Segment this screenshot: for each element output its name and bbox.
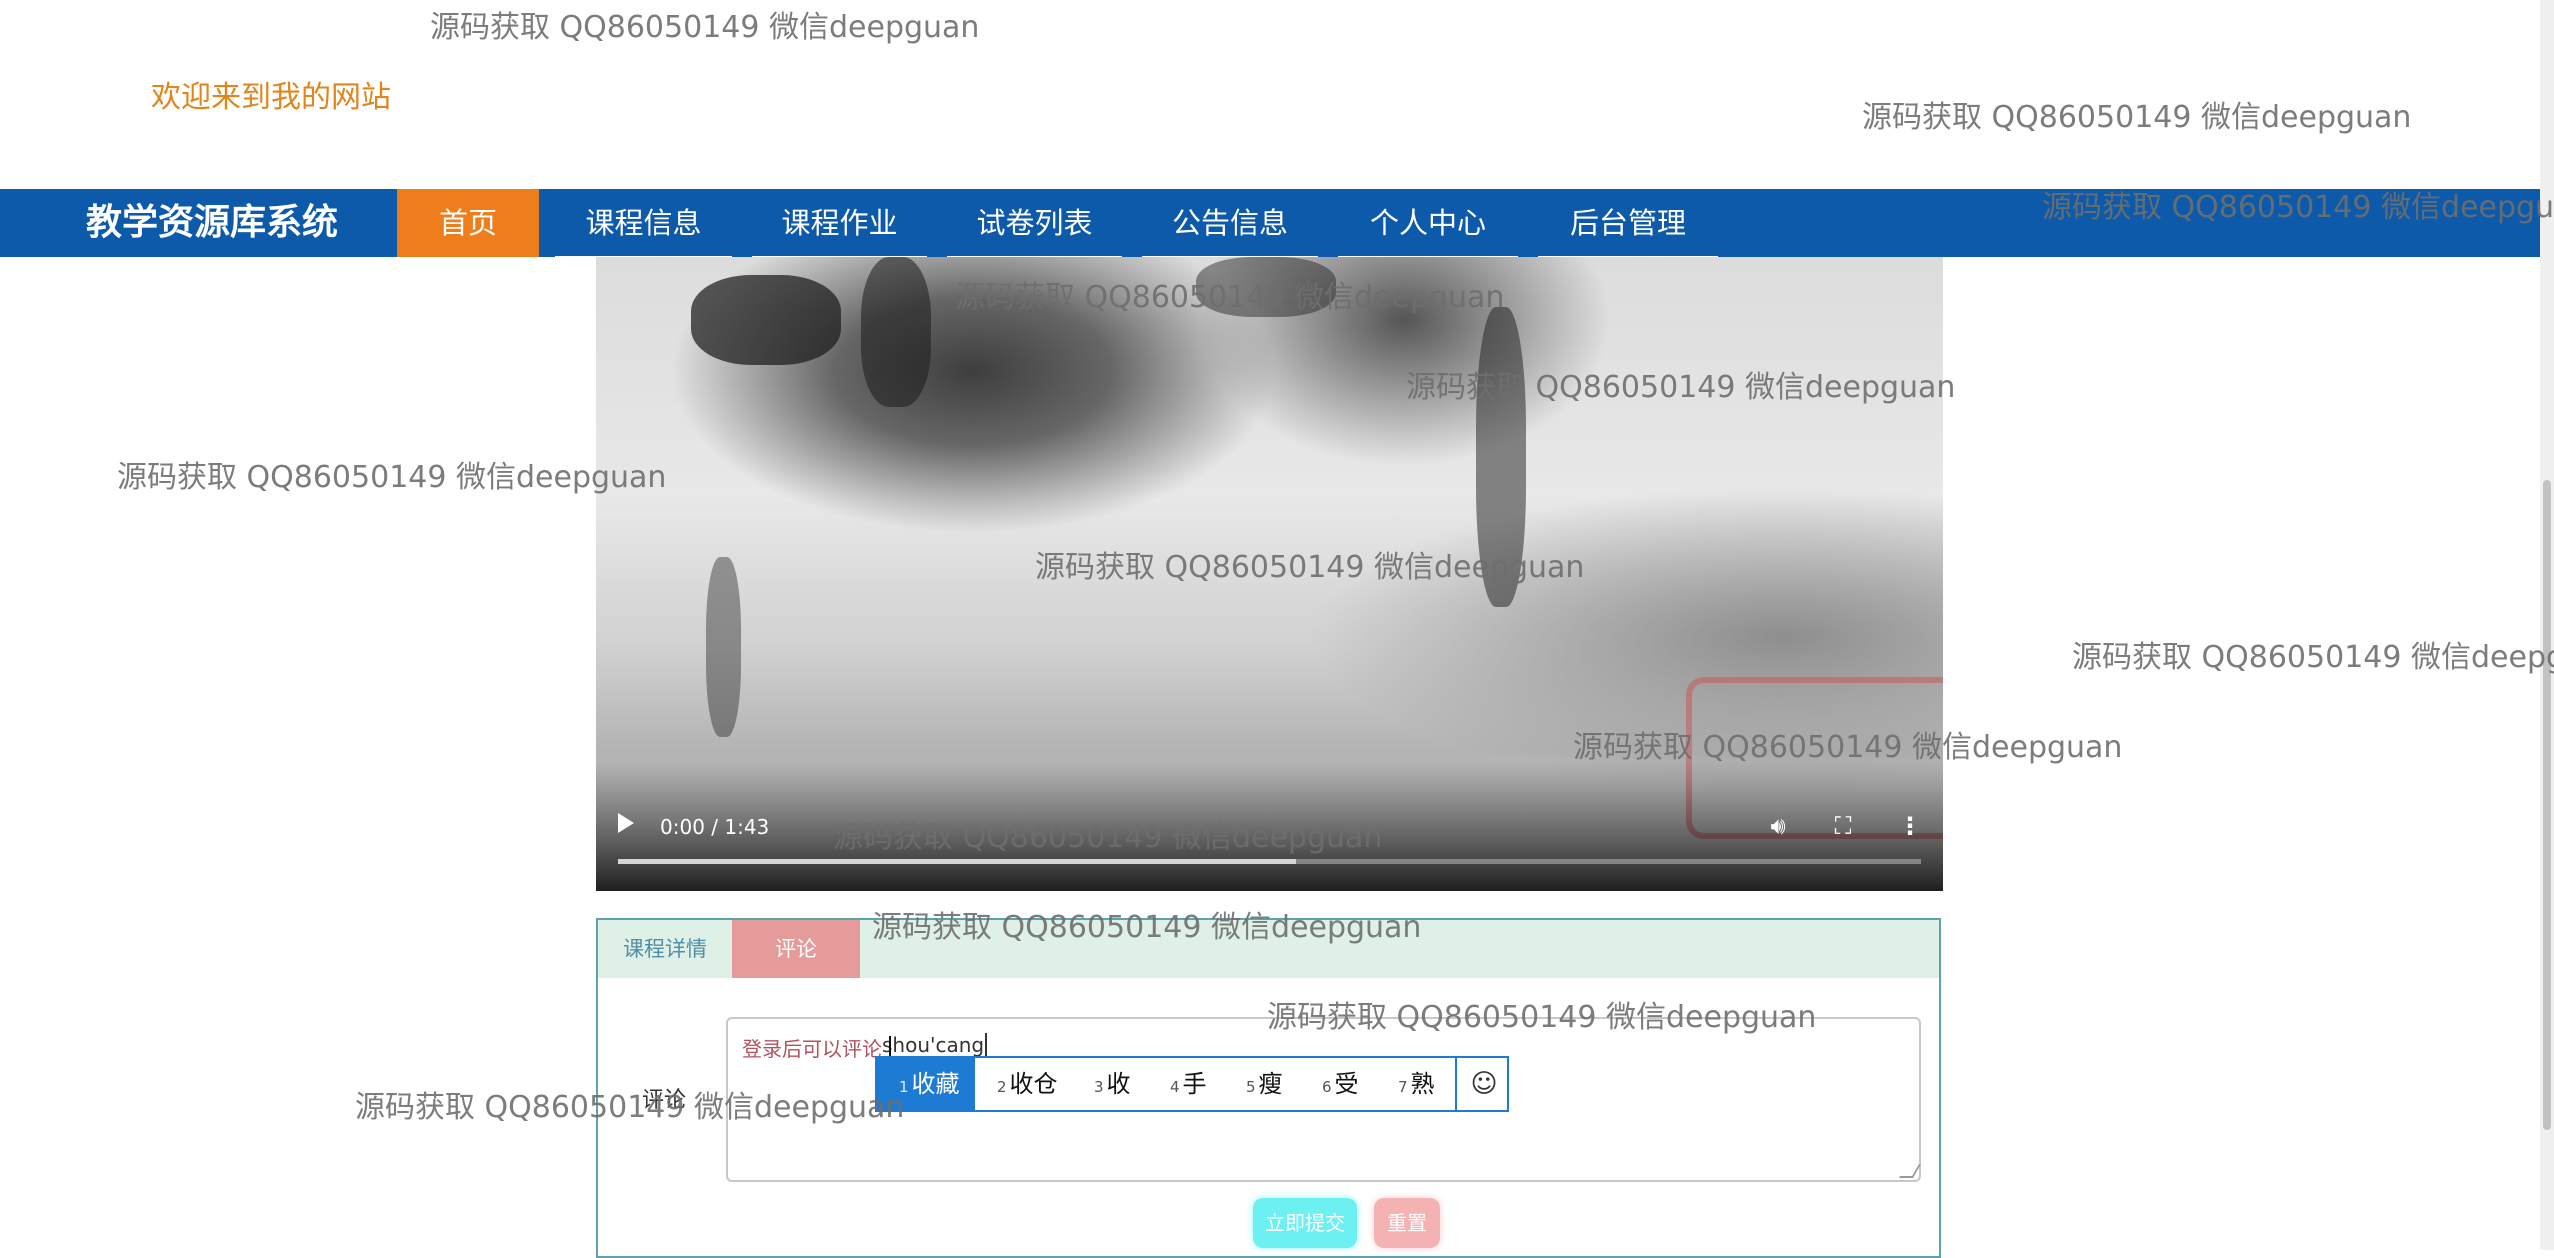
video-time: 0:00 / 1:43 — [660, 815, 770, 839]
video-frame-ink — [861, 257, 931, 407]
panel-tabs: 课程详情 评论 — [598, 920, 1939, 978]
page-scrollbar[interactable] — [2540, 0, 2554, 1250]
video-controls-shade — [596, 761, 1943, 891]
nav-admin-label: 后台管理 — [1569, 206, 1686, 240]
main-navbar: 教学资源库系统 首页 课程信息 课程作业 试卷列表 公告信息 个人中心 后台管理 — [0, 189, 2540, 259]
nav-admin[interactable]: 后台管理 — [1528, 189, 1728, 259]
ime-candidate-window: 1 收藏 2 收仓 3收 4手 5瘦 6受 7熟 ☺ — [875, 1056, 1509, 1112]
more-options-icon[interactable]: ⋮ — [1895, 811, 1925, 841]
watermark: 源码获取 QQ86050149 微信deepguan — [117, 460, 667, 495]
nav-home[interactable]: 首页 — [397, 189, 539, 257]
ime-candidate[interactable]: 7熟 — [1398, 1058, 1435, 1110]
ime-candidate[interactable]: 5瘦 — [1246, 1058, 1283, 1110]
nav-announcements[interactable]: 公告信息 — [1132, 189, 1328, 259]
reset-button[interactable]: 重置 — [1374, 1198, 1440, 1248]
welcome-text: 欢迎来到我的网站 — [151, 80, 391, 115]
video-frame-ink — [1476, 307, 1526, 607]
ime-candidate[interactable]: 1 收藏 — [877, 1058, 975, 1110]
nav-course-homework-label: 课程作业 — [781, 206, 898, 240]
nav-exam-list-label: 试卷列表 — [976, 206, 1093, 240]
video-frame-ink — [1196, 257, 1336, 317]
resize-handle[interactable] — [1898, 1164, 1922, 1178]
ime-candidate[interactable]: 6受 — [1322, 1058, 1359, 1110]
video-player[interactable]: 0:00 / 1:43 🔊︎ ⛶ ⋮ — [596, 257, 1943, 891]
comment-placeholder: 登录后可以评论 — [742, 1037, 882, 1061]
nav-course-info-label: 课程信息 — [585, 206, 702, 240]
comment-label: 评论 — [642, 1088, 687, 1113]
scrollbar-thumb[interactable] — [2543, 480, 2551, 1130]
ime-candidate[interactable]: 3收 — [1094, 1058, 1131, 1110]
ime-divider — [1455, 1058, 1457, 1110]
video-frame-ink — [706, 557, 741, 737]
ime-candidate[interactable]: 4手 — [1170, 1058, 1207, 1110]
volume-icon[interactable]: 🔊︎ — [1763, 811, 1793, 841]
tab-course-details[interactable]: 课程详情 — [598, 920, 732, 978]
nav-announcements-label: 公告信息 — [1171, 206, 1288, 240]
watermark: 源码获取 QQ86050149 微信deepguan — [2072, 640, 2554, 675]
video-buffer-fill — [618, 859, 1296, 864]
ime-candidate[interactable]: 2 收仓 — [997, 1058, 1058, 1110]
emoji-icon[interactable]: ☺ — [1459, 1058, 1509, 1110]
nav-home-label: 首页 — [438, 206, 497, 240]
tab-comments[interactable]: 评论 — [732, 920, 860, 978]
nav-course-homework[interactable]: 课程作业 — [742, 189, 937, 259]
nav-course-info[interactable]: 课程信息 — [545, 189, 742, 259]
video-seekbar[interactable] — [618, 859, 1921, 864]
nav-personal-center[interactable]: 个人中心 — [1328, 189, 1528, 259]
nav-personal-center-label: 个人中心 — [1369, 206, 1486, 240]
comment-typed-text: shou'cang — [882, 1033, 988, 1057]
video-frame-ink — [691, 275, 841, 365]
nav-exam-list[interactable]: 试卷列表 — [937, 189, 1132, 259]
play-icon[interactable] — [618, 813, 634, 833]
site-brand: 教学资源库系统 — [86, 202, 339, 243]
submit-button[interactable]: 立即提交 — [1253, 1198, 1357, 1248]
fullscreen-icon[interactable]: ⛶ — [1828, 811, 1858, 841]
top-header: 欢迎来到我的网站 — [0, 0, 2540, 189]
